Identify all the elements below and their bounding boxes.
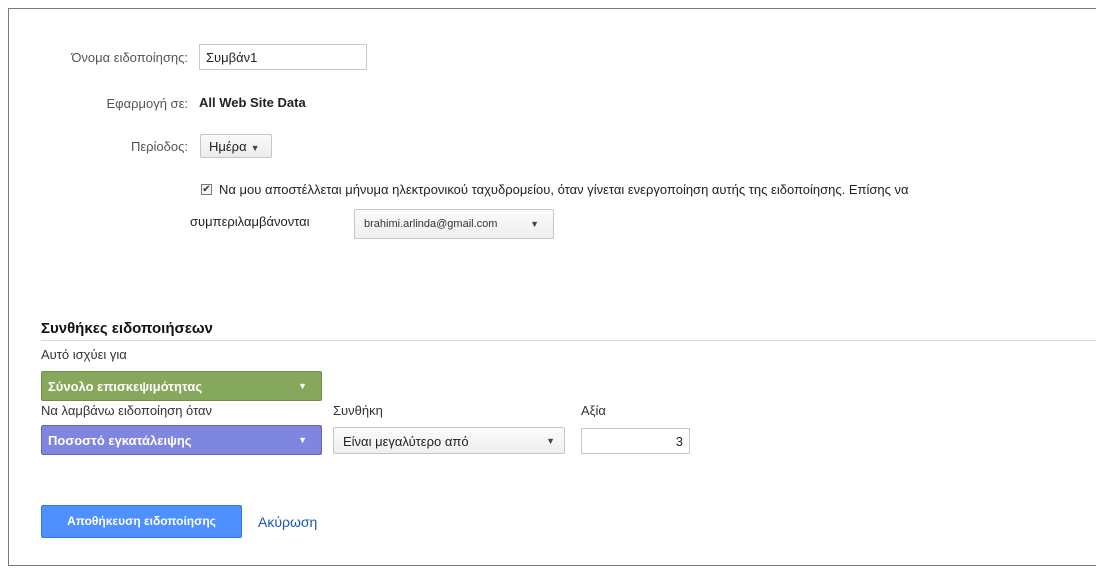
applies-to-dropdown[interactable]: Σύνολο επισκεψιμότητας ▼	[41, 371, 322, 401]
chevron-down-icon: ▼	[298, 381, 307, 391]
check-icon: ✔	[202, 184, 211, 195]
value-label: Αξία	[581, 403, 606, 418]
condition-value: Είναι μεγαλύτερο από	[343, 434, 469, 449]
condition-dropdown[interactable]: Είναι μεγαλύτερο από ▼	[333, 427, 565, 454]
alert-name-label: Όνομα ειδοποίησης:	[71, 50, 188, 65]
alert-when-label: Να λαμβάνω ειδοποίηση όταν	[41, 403, 213, 418]
alert-name-input[interactable]	[199, 44, 367, 70]
email-recipient-dropdown[interactable]: brahimi.arlinda@gmail.com ▼	[354, 209, 554, 239]
save-alert-button[interactable]: Αποθήκευση ειδοποίησης	[41, 505, 242, 538]
conditions-title: Συνθήκες ειδοποιήσεων	[41, 320, 213, 337]
chevron-down-icon: ▼	[530, 219, 539, 229]
chevron-down-icon: ▼	[546, 436, 555, 446]
alert-when-dropdown[interactable]: Ποσοστό εγκατάλειψης ▼	[41, 425, 322, 455]
period-label: Περίοδος:	[130, 139, 188, 154]
apply-to-label: Εφαρμογή σε:	[106, 96, 188, 111]
period-dropdown[interactable]: Ημέρα ▼	[200, 134, 272, 158]
condition-label: Συνθήκη	[333, 403, 383, 418]
alert-when-value: Ποσοστό εγκατάλειψης	[48, 433, 192, 448]
section-divider	[41, 340, 1096, 341]
period-dropdown-value: Ημέρα	[209, 139, 247, 154]
threshold-value-input[interactable]	[581, 428, 690, 454]
chevron-down-icon: ▼	[298, 435, 307, 445]
alert-form-panel	[8, 8, 1096, 566]
cancel-link[interactable]: Ακύρωση	[258, 514, 317, 530]
chevron-down-icon: ▼	[250, 143, 260, 153]
email-notification-text: Να μου αποστέλλεται μήνυμα ηλεκτρονικού …	[219, 182, 909, 197]
email-recipient-value: brahimi.arlinda@gmail.com	[364, 218, 498, 230]
email-include-label: συμπεριλαμβάνονται	[190, 214, 310, 229]
apply-to-value: All Web Site Data	[199, 95, 306, 110]
applies-to-label: Αυτό ισχύει για	[41, 347, 127, 362]
applies-to-value: Σύνολο επισκεψιμότητας	[48, 379, 203, 394]
email-notification-checkbox[interactable]: ✔	[201, 184, 212, 195]
